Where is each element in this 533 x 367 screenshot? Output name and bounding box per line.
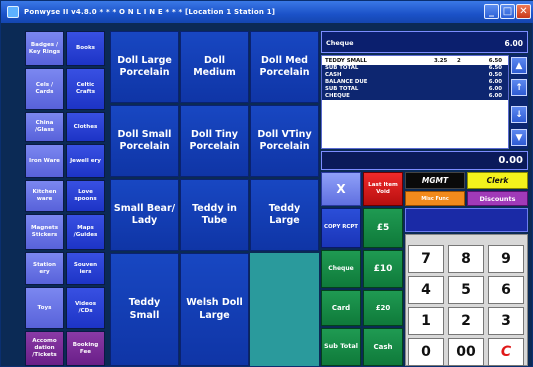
category-love-spoons[interactable]: Love spoons (66, 180, 105, 212)
category-books[interactable]: Books (66, 31, 105, 66)
receipt-item-total: 6.50 (488, 58, 502, 64)
product-doll-small-porcelain[interactable]: Doll Small Porcelain (110, 105, 179, 177)
product-doll-med-porcelain[interactable]: Doll Med Porcelain (250, 31, 319, 103)
tender-label: Cheque (326, 39, 354, 47)
receipt-item-name: SUB TOTAL (325, 86, 359, 92)
receipt-item-total: 0.50 (488, 72, 502, 78)
category-accomodation-tickets[interactable]: Accomo dation /Tickets (25, 331, 64, 366)
product-teddy-large[interactable]: Teddy Large (250, 179, 319, 251)
product-welsh-doll-large[interactable]: Welsh Doll Large (180, 253, 249, 366)
last-item-void-button[interactable]: Last Item Void (363, 172, 403, 206)
receipt-item-total: 6.00 (488, 86, 502, 92)
receipt-scroll-column: ▲ ↑ ↓ ▼ (510, 55, 528, 149)
category-booking-fee[interactable]: Booking Fee (66, 331, 105, 366)
numpad-0[interactable]: 0 (408, 338, 444, 366)
category-magnets-stickers[interactable]: Magnets Stickers (25, 214, 64, 250)
product-doll-medium[interactable]: Doll Medium (180, 31, 249, 103)
scroll-top-icon[interactable]: ▲ (511, 57, 527, 74)
close-button[interactable]: ✕ (516, 4, 531, 19)
copy-receipt-button[interactable]: COPY RCPT (321, 208, 361, 248)
category-iron-ware[interactable]: Iron Ware (25, 144, 64, 178)
category-china-glass[interactable]: China /Glass (25, 112, 64, 142)
app-icon (7, 6, 19, 18)
amount-entry-field[interactable] (405, 208, 528, 232)
category-videos-cds[interactable]: Videos /CDs (66, 287, 105, 329)
receipt-line[interactable]: TEDDY SMALL 3.25 2 6.50 (322, 58, 508, 65)
receipt-list[interactable]: TEDDY SMALL 3.25 2 6.50 SUB TOTAL 6.50 C… (321, 55, 509, 149)
numpad-7[interactable]: 7 (408, 245, 444, 273)
receipt-line[interactable]: CHEQUE 6.00 (322, 93, 508, 100)
receipt-item-name: TEDDY SMALL (325, 58, 367, 64)
maximize-button[interactable]: □ (500, 4, 515, 19)
numpad-5[interactable]: 5 (448, 276, 484, 304)
product-doll-vtiny-porcelain[interactable]: Doll VTiny Porcelain (250, 105, 319, 177)
product-teddy-in-tube[interactable]: Teddy in Tube (180, 179, 249, 251)
window-controls: _ □ ✕ (484, 4, 531, 19)
tender-10-button[interactable]: £10 (363, 250, 403, 288)
receipt-line[interactable]: SUB TOTAL 6.50 (322, 65, 508, 72)
tender-cheque-button[interactable]: Cheque (321, 250, 361, 288)
scroll-up-icon[interactable]: ↑ (511, 79, 527, 96)
tender-20-button[interactable]: £20 (363, 290, 403, 326)
total-display: 0.00 (321, 151, 528, 170)
title-bar: Ponwyse II v4.8.0 * * * O N L I N E * * … (1, 1, 533, 23)
scroll-down-icon[interactable]: ↓ (511, 106, 527, 123)
receipt-item-name: CASH (325, 72, 342, 78)
numeric-keypad: 7 8 9 4 5 6 1 2 3 0 00 C (405, 234, 528, 366)
receipt-item-price: 3.25 (434, 58, 448, 64)
product-small-bear-lady[interactable]: Small Bear/ Lady (110, 179, 179, 251)
tender-cash-button[interactable]: Cash (363, 328, 403, 366)
category-cels-cards[interactable]: Cels / Cards (25, 68, 64, 110)
misc-func-button[interactable]: Misc Func (405, 191, 465, 206)
tender-amount: 6.00 (504, 39, 523, 48)
category-jewellery[interactable]: Jewell ery (66, 144, 105, 178)
scroll-bottom-icon[interactable]: ▼ (511, 129, 527, 146)
numpad-1[interactable]: 1 (408, 307, 444, 335)
receipt-item-total: 6.50 (488, 65, 502, 71)
category-celtic-crafts[interactable]: Celtic Crafts (66, 68, 105, 110)
discounts-button[interactable]: Discounts (467, 191, 528, 206)
total-value: 0.00 (498, 155, 523, 166)
receipt-item-total: 6.00 (488, 79, 502, 85)
receipt-line[interactable]: CASH 0.50 (322, 72, 508, 79)
empty-product-slot (250, 253, 319, 366)
product-teddy-small[interactable]: Teddy Small (110, 253, 179, 366)
numpad-6[interactable]: 6 (488, 276, 524, 304)
numpad-4[interactable]: 4 (408, 276, 444, 304)
minimize-button[interactable]: _ (484, 4, 499, 19)
category-stationery[interactable]: Station ery (25, 252, 64, 285)
product-doll-large-porcelain[interactable]: Doll Large Porcelain (110, 31, 179, 103)
window-title: Ponwyse II v4.8.0 * * * O N L I N E * * … (24, 8, 276, 16)
receipt-item-name: CHEQUE (325, 93, 350, 99)
sub-total-button[interactable]: Sub Total (321, 328, 361, 366)
receipt-item-total: 6.00 (488, 93, 502, 99)
numpad-8[interactable]: 8 (448, 245, 484, 273)
category-toys[interactable]: Toys (25, 287, 64, 329)
category-souvenirs[interactable]: Souven iers (66, 252, 105, 285)
tender-5-button[interactable]: £5 (363, 208, 403, 248)
numpad-9[interactable]: 9 (488, 245, 524, 273)
receipt-item-name: SUB TOTAL (325, 65, 359, 71)
tender-header: Cheque 6.00 (321, 31, 528, 53)
pos-window: Ponwyse II v4.8.0 * * * O N L I N E * * … (0, 0, 533, 367)
product-doll-tiny-porcelain[interactable]: Doll Tiny Porcelain (180, 105, 249, 177)
category-badges-key-rings[interactable]: Badges / Key Rings (25, 31, 64, 66)
receipt-item-qty: 2 (457, 58, 461, 64)
category-maps-guides[interactable]: Maps /Guides (66, 214, 105, 250)
mgmt-button[interactable]: MGMT (405, 172, 465, 189)
receipt-item-name: BALANCE DUE (325, 79, 368, 85)
tender-card-button[interactable]: Card (321, 290, 361, 326)
numpad-clear[interactable]: C (488, 338, 524, 366)
cancel-x-button[interactable]: X (321, 172, 361, 206)
category-clothes[interactable]: Clothes (66, 112, 105, 142)
receipt-line[interactable]: BALANCE DUE 6.00 (322, 79, 508, 86)
category-kitchen-ware[interactable]: Kitchen ware (25, 180, 64, 212)
clerk-button[interactable]: Clerk (467, 172, 528, 189)
numpad-00[interactable]: 00 (448, 338, 484, 366)
numpad-3[interactable]: 3 (488, 307, 524, 335)
receipt-line[interactable]: SUB TOTAL 6.00 (322, 86, 508, 93)
numpad-2[interactable]: 2 (448, 307, 484, 335)
